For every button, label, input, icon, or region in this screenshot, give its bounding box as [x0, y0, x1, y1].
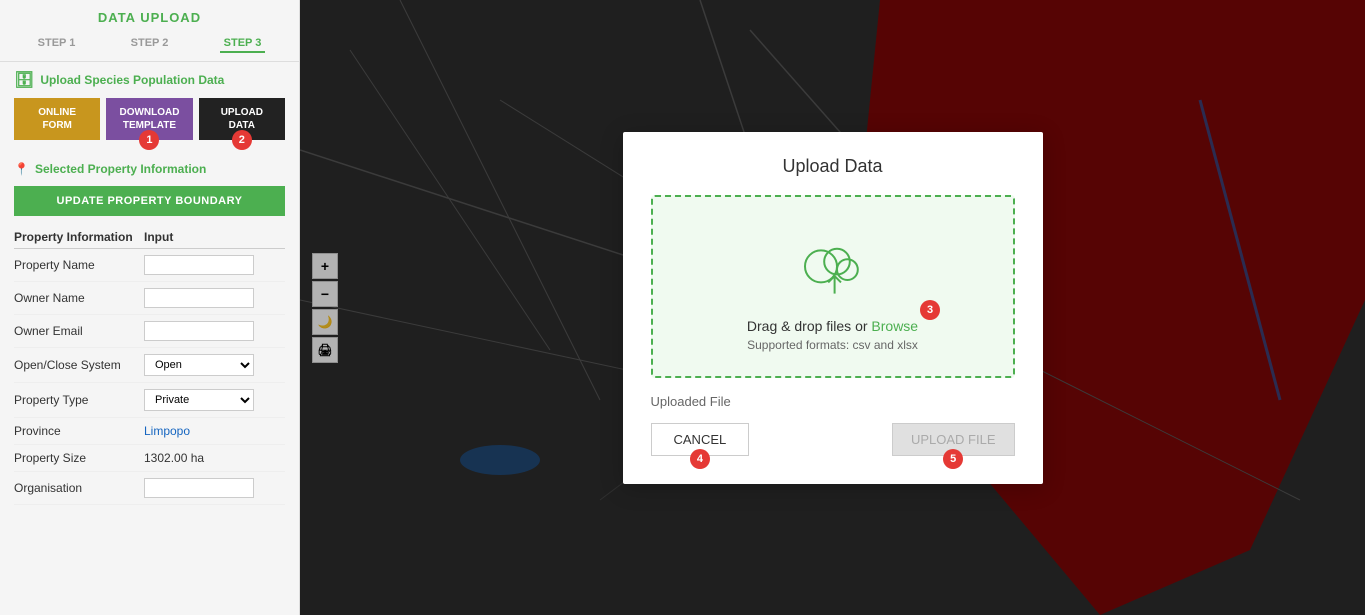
steps-row: STEP 1 STEP 2 STEP 3 — [0, 31, 299, 62]
browse-badge: 3 — [920, 300, 940, 320]
cancel-badge: 4 — [690, 449, 710, 469]
step-1[interactable]: STEP 1 — [34, 35, 80, 53]
browse-link[interactable]: Browse 3 — [871, 318, 918, 334]
table-row: Organisation — [14, 472, 285, 505]
property-name-input[interactable] — [144, 255, 254, 275]
prop-label-name: Property Name — [14, 258, 144, 272]
upload-file-button[interactable]: UPLOAD FILE 5 — [892, 423, 1015, 456]
upload-dropzone[interactable]: Drag & drop files or Browse 3 Supported … — [651, 195, 1015, 378]
table-header: Property Information Input — [14, 224, 285, 249]
prop-input-name[interactable] — [144, 255, 254, 275]
uploaded-file-label: Uploaded File — [651, 394, 1015, 409]
table-row: Owner Name — [14, 282, 285, 315]
property-table: Property Information Input Property Name… — [0, 224, 299, 615]
col-header-input: Input — [144, 230, 285, 244]
supported-formats-text: Supported formats: csv and xlsx — [673, 338, 993, 352]
table-row: Owner Email — [14, 315, 285, 348]
selected-property-section: 📍 Selected Property Information — [0, 148, 299, 180]
modal-buttons: CANCEL 4 UPLOAD FILE 5 — [651, 423, 1015, 456]
prop-label-email: Owner Email — [14, 324, 144, 338]
property-type-select[interactable]: Private Public — [144, 389, 254, 411]
modal-overlay: Upload Data Dra — [300, 0, 1365, 615]
action-buttons-row: ONLINE FORM DOWNLOAD TEMPLATE 1 UPLOAD D… — [0, 94, 299, 148]
prop-label-province: Province — [14, 424, 144, 438]
modal-title: Upload Data — [651, 156, 1015, 177]
online-form-button[interactable]: ONLINE FORM — [14, 98, 100, 140]
step-3[interactable]: STEP 3 — [220, 35, 266, 53]
prop-input-owner[interactable] — [144, 288, 254, 308]
table-row: Property Size 1302.00 ha — [14, 445, 285, 472]
species-icon: 🗄 — [14, 70, 34, 90]
cancel-button[interactable]: CANCEL 4 — [651, 423, 750, 456]
step-2[interactable]: STEP 2 — [127, 35, 173, 53]
col-header-info: Property Information — [14, 230, 144, 244]
prop-input-email[interactable] — [144, 321, 254, 341]
upload-data-badge: 2 — [232, 130, 252, 150]
table-row: Property Type Private Public — [14, 383, 285, 418]
drag-drop-text: Drag & drop files or Browse 3 — [673, 318, 993, 334]
sidebar-header: DATA UPLOAD — [0, 0, 299, 31]
prop-label-org: Organisation — [14, 481, 144, 495]
prop-input-type[interactable]: Private Public — [144, 389, 254, 411]
prop-label-system: Open/Close System — [14, 358, 144, 372]
download-template-badge: 1 — [139, 130, 159, 150]
prop-label-type: Property Type — [14, 393, 144, 407]
upload-file-badge: 5 — [943, 449, 963, 469]
prop-value-province: Limpopo — [144, 424, 190, 438]
prop-input-system[interactable]: Open Close — [144, 354, 254, 376]
table-row: Property Name — [14, 249, 285, 282]
cloud-upload-icon — [673, 233, 993, 308]
selected-property-label: Selected Property Information — [35, 162, 206, 176]
open-close-select[interactable]: Open Close — [144, 354, 254, 376]
owner-name-input[interactable] — [144, 288, 254, 308]
upload-data-button[interactable]: UPLOAD DATA 2 — [199, 98, 285, 140]
update-boundary-button[interactable]: UPDATE PROPERTY BOUNDARY — [14, 186, 285, 216]
prop-input-org[interactable] — [144, 478, 254, 498]
cloud-svg — [793, 233, 873, 303]
table-row: Open/Close System Open Close — [14, 348, 285, 383]
upload-data-modal: Upload Data Dra — [623, 132, 1043, 484]
download-template-button[interactable]: DOWNLOAD TEMPLATE 1 — [106, 98, 192, 140]
sidebar: DATA UPLOAD STEP 1 STEP 2 STEP 3 🗄 Uploa… — [0, 0, 300, 615]
table-row: Province Limpopo — [14, 418, 285, 445]
upload-species-section: 🗄 Upload Species Population Data — [0, 62, 299, 94]
owner-email-input[interactable] — [144, 321, 254, 341]
map-area: + − 🌙 🖨 Upload Data — [300, 0, 1365, 615]
prop-label-owner: Owner Name — [14, 291, 144, 305]
upload-species-label: Upload Species Population Data — [40, 73, 224, 87]
prop-value-size: 1302.00 ha — [144, 451, 204, 465]
prop-label-size: Property Size — [14, 451, 144, 465]
location-icon: 📍 — [14, 162, 29, 176]
organisation-input[interactable] — [144, 478, 254, 498]
